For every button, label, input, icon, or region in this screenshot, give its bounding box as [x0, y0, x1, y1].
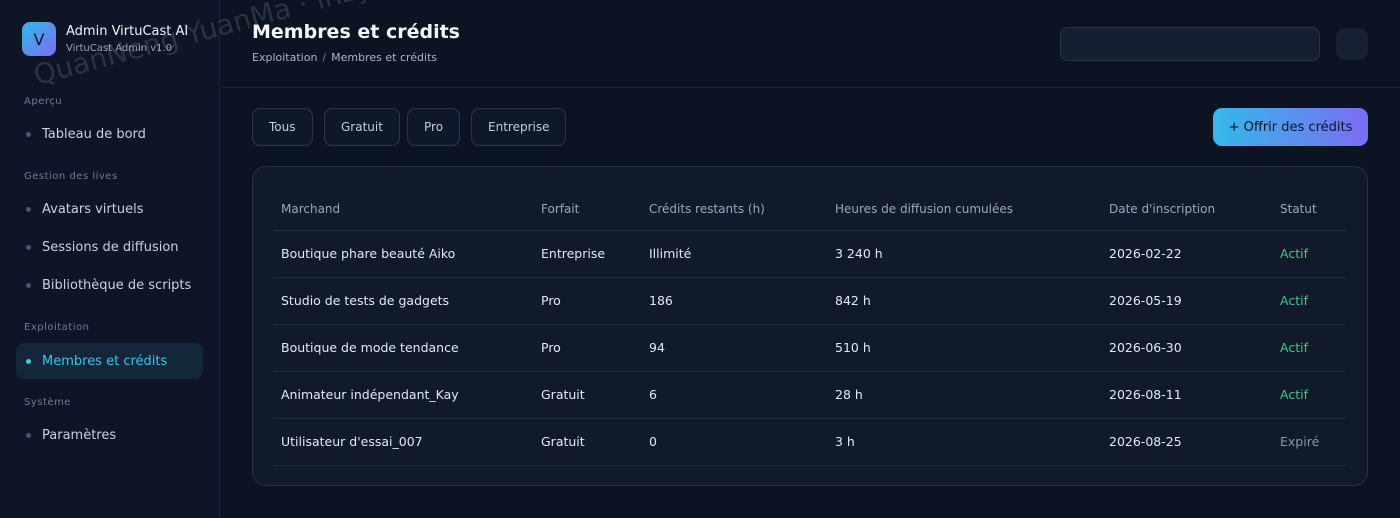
cell-heures: 3 240 h — [827, 230, 1101, 278]
cell-forfait: Gratuit — [533, 418, 641, 466]
filter-tab-pro[interactable]: Pro — [407, 108, 461, 146]
bullet-icon — [26, 131, 31, 137]
sidebar-item-parametres[interactable]: Paramètres — [16, 417, 203, 453]
table-row[interactable]: Studio de tests de gadgets Pro 186 842 h… — [273, 277, 1347, 325]
sidebar-item-avatars-virtuels[interactable]: Avatars virtuels — [16, 191, 203, 227]
members-table: Marchand Forfait Crédits restants (h) He… — [273, 188, 1347, 466]
breadcrumb: Exploitation / Membres et crédits — [252, 51, 437, 64]
status-badge: Actif — [1272, 324, 1347, 372]
cell-date: 2026-08-25 — [1101, 418, 1272, 466]
column-header-forfait[interactable]: Forfait — [533, 188, 641, 231]
status-badge: Expiré — [1272, 418, 1347, 466]
cell-credits: 94 — [641, 324, 827, 372]
table-row[interactable]: Utilisateur d'essai_007 Gratuit 0 3 h 20… — [273, 418, 1347, 466]
status-badge: Actif — [1272, 277, 1347, 325]
nav-section-systeme: Système — [24, 397, 71, 408]
sidebar-item-label: Bibliothèque de scripts — [42, 277, 192, 293]
table-row[interactable]: Boutique phare beauté Aiko Entreprise Il… — [273, 230, 1347, 278]
brand-title: Admin VirtuCast AI — [66, 23, 189, 39]
cell-credits: Illimité — [641, 230, 827, 278]
bullet-icon — [26, 282, 31, 288]
filter-tab-tous[interactable]: Tous — [252, 108, 313, 146]
sidebar-item-sessions-de-diffusion[interactable]: Sessions de diffusion — [16, 229, 203, 265]
page-title: Membres et crédits — [252, 21, 460, 43]
cell-credits: 186 — [641, 277, 827, 325]
nav-section-gestion-des-lives: Gestion des lives — [24, 171, 118, 182]
bullet-icon — [26, 358, 31, 364]
table-row[interactable]: Animateur indépendant_Kay Gratuit 6 28 h… — [273, 371, 1347, 419]
cell-heures: 842 h — [827, 277, 1101, 325]
cell-forfait: Pro — [533, 277, 641, 325]
cell-date: 2026-05-19 — [1101, 277, 1272, 325]
nav-section-apercu: Aperçu — [24, 96, 63, 107]
column-header-heures[interactable]: Heures de diffusion cumulées — [827, 188, 1101, 231]
cell-heures: 28 h — [827, 371, 1101, 419]
page-header: Membres et crédits Exploitation / Membres … — [221, 0, 1400, 88]
cell-date: 2026-08-11 — [1101, 371, 1272, 419]
sidebar: V Admin VirtuCast AI VirtuCast Admin v1.… — [0, 0, 220, 518]
cell-credits: 0 — [641, 418, 827, 466]
cell-forfait: Pro — [533, 324, 641, 372]
cell-marchand: Animateur indépendant_Kay — [273, 371, 533, 419]
bullet-icon — [26, 244, 31, 250]
cell-credits: 6 — [641, 371, 827, 419]
table-row[interactable]: Boutique de mode tendance Pro 94 510 h 2… — [273, 324, 1347, 372]
bullet-icon — [26, 432, 31, 438]
cell-date: 2026-02-22 — [1101, 230, 1272, 278]
sidebar-item-bibliotheque-de-scripts[interactable]: Bibliothèque de scripts — [16, 267, 203, 303]
sidebar-item-tableau-de-bord[interactable]: Tableau de bord — [16, 116, 203, 152]
brand-logo: V — [22, 22, 56, 56]
column-header-credits[interactable]: Crédits restants (h) — [641, 188, 827, 231]
filter-tab-gratuit[interactable]: Gratuit — [324, 108, 400, 146]
breadcrumb-separator: / — [322, 51, 327, 64]
cell-marchand: Boutique de mode tendance — [273, 324, 533, 372]
cell-forfait: Gratuit — [533, 371, 641, 419]
filter-tab-entreprise[interactable]: Entreprise — [471, 108, 567, 146]
cell-forfait: Entreprise — [533, 230, 641, 278]
search-input[interactable] — [1060, 27, 1320, 61]
brand-subtitle: VirtuCast Admin v1.0 — [66, 42, 173, 54]
column-header-marchand[interactable]: Marchand — [273, 188, 533, 231]
header-action-button[interactable] — [1336, 28, 1368, 60]
brand[interactable]: V Admin VirtuCast AI VirtuCast Admin v1.… — [22, 22, 188, 56]
nav-section-exploitation: Exploitation — [24, 322, 90, 333]
cell-heures: 510 h — [827, 324, 1101, 372]
sidebar-item-label: Sessions de diffusion — [42, 239, 179, 255]
column-header-date[interactable]: Date d'inscription — [1101, 188, 1272, 231]
bullet-icon — [26, 206, 31, 212]
cell-date: 2026-06-30 — [1101, 324, 1272, 372]
sidebar-item-label: Paramètres — [42, 427, 117, 443]
offer-credits-button[interactable]: + Offrir des crédits — [1213, 108, 1368, 146]
status-badge: Actif — [1272, 230, 1347, 278]
members-card: Marchand Forfait Crédits restants (h) He… — [252, 166, 1368, 486]
cell-heures: 3 h — [827, 418, 1101, 466]
breadcrumb-current: Membres et crédits — [331, 51, 438, 64]
cell-marchand: Studio de tests de gadgets — [273, 277, 533, 325]
cell-marchand: Boutique phare beauté Aiko — [273, 230, 533, 278]
sidebar-item-membres-et-credits[interactable]: Membres et crédits — [16, 343, 203, 379]
table-header-row: Marchand Forfait Crédits restants (h) He… — [273, 188, 1347, 231]
breadcrumb-parent[interactable]: Exploitation — [252, 51, 317, 64]
main-content: Membres et crédits Exploitation / Membres … — [221, 0, 1400, 518]
sidebar-item-label: Tableau de bord — [42, 126, 146, 142]
column-header-statut[interactable]: Statut — [1272, 188, 1347, 231]
status-badge: Actif — [1272, 371, 1347, 419]
cell-marchand: Utilisateur d'essai_007 — [273, 418, 533, 466]
sidebar-item-label: Membres et crédits — [42, 353, 168, 369]
sidebar-item-label: Avatars virtuels — [42, 201, 144, 217]
